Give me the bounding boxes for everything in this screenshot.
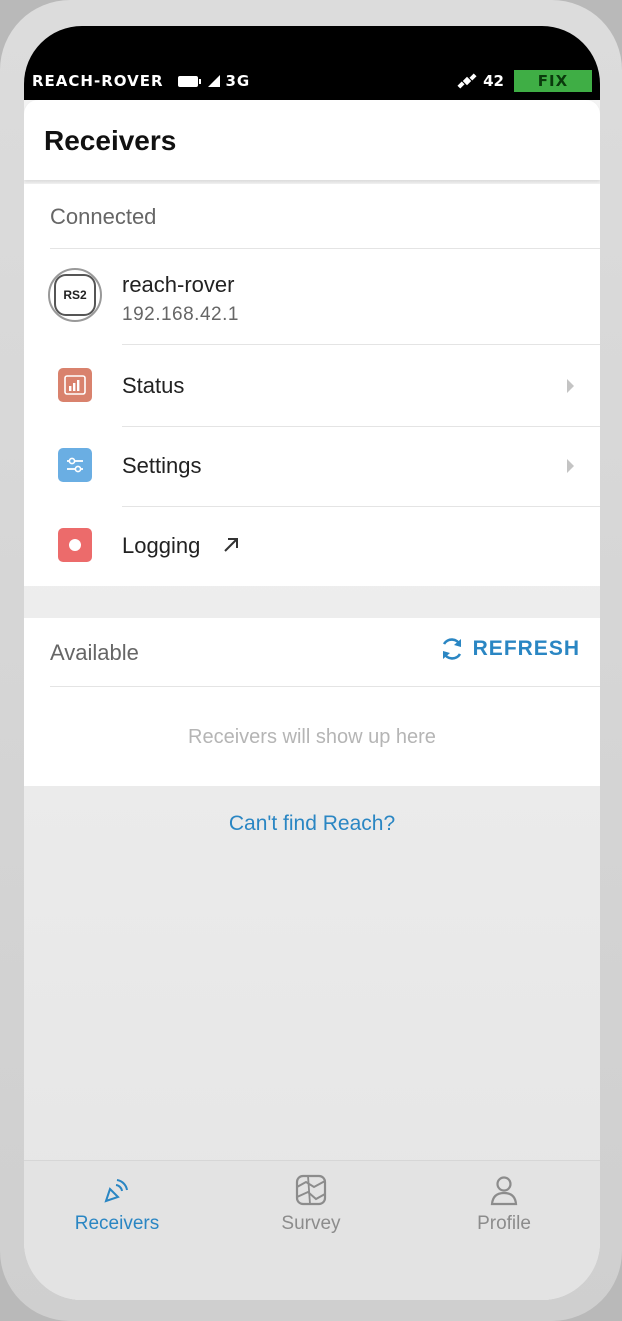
external-link-icon bbox=[224, 538, 238, 552]
bar-chart-icon bbox=[58, 368, 92, 402]
refresh-icon bbox=[442, 638, 461, 660]
connected-device-row[interactable]: RS2 reach-rover 192.168.42.1 bbox=[24, 248, 600, 344]
bottom-nav: Receivers Survey Profile bbox=[24, 1160, 600, 1300]
nav-item-profile[interactable]: Profile bbox=[429, 1173, 579, 1235]
device-model-label: RS2 bbox=[54, 274, 96, 316]
page-title: Receivers bbox=[44, 125, 177, 156]
survey-map-icon bbox=[295, 1174, 327, 1206]
empty-state-text: Receivers will show up here bbox=[188, 726, 436, 748]
battery-icon bbox=[177, 75, 201, 87]
app-header: Receivers bbox=[24, 100, 600, 180]
status-bar: REACH-ROVER 3G 42 FIX bbox=[24, 26, 600, 100]
refresh-button[interactable]: REFRESH bbox=[439, 636, 580, 662]
network-type: 3G bbox=[225, 72, 251, 90]
status-left: REACH-ROVER 3G bbox=[32, 72, 250, 90]
device-name: reach-rover bbox=[122, 272, 235, 297]
phone-frame: REACH-ROVER 3G 42 FIX Receivers Connecte… bbox=[0, 0, 622, 1321]
status-right: 42 FIX bbox=[457, 70, 592, 92]
available-card: Available REFRESH Receivers will show up… bbox=[24, 618, 600, 786]
menu-label-settings: Settings bbox=[122, 453, 202, 478]
device-model-badge: RS2 bbox=[48, 268, 102, 322]
connected-section-label: Connected bbox=[50, 204, 157, 229]
signal-icon bbox=[207, 75, 220, 87]
satellite-count: 42 bbox=[483, 72, 504, 90]
menu-label-status: Status bbox=[122, 373, 185, 398]
screen: REACH-ROVER 3G 42 FIX Receivers Connecte… bbox=[24, 26, 600, 1300]
divider bbox=[122, 344, 600, 345]
chevron-right-icon bbox=[567, 459, 574, 473]
nav-label-receivers: Receivers bbox=[74, 1213, 160, 1234]
nav-label-survey: Survey bbox=[281, 1213, 341, 1234]
menu-item-status[interactable]: Status bbox=[24, 346, 600, 426]
available-section-label: Available bbox=[50, 640, 139, 665]
menu-item-logging[interactable]: Logging bbox=[24, 506, 600, 586]
device-ip: 192.168.42.1 bbox=[122, 304, 239, 325]
app-content: Receivers Connected RS2 reach-rover 192.… bbox=[24, 100, 600, 1300]
user-icon bbox=[490, 1176, 518, 1206]
fix-status-badge: FIX bbox=[514, 70, 592, 92]
nav-item-survey[interactable]: Survey bbox=[236, 1173, 386, 1235]
refresh-label: REFRESH bbox=[472, 637, 580, 660]
menu-item-settings[interactable]: Settings bbox=[24, 426, 600, 506]
divider bbox=[50, 686, 600, 687]
satellite-icon bbox=[457, 73, 477, 89]
sliders-icon bbox=[58, 448, 92, 482]
receiver-antenna-icon bbox=[104, 1179, 128, 1203]
chevron-right-icon bbox=[567, 379, 574, 393]
connected-card: Connected RS2 reach-rover 192.168.42.1 S… bbox=[24, 184, 600, 586]
menu-label-logging: Logging bbox=[122, 533, 201, 558]
nav-item-receivers[interactable]: Receivers bbox=[42, 1173, 192, 1235]
cant-find-reach-link[interactable]: Can't find Reach? bbox=[24, 812, 600, 836]
nav-label-profile: Profile bbox=[477, 1213, 531, 1234]
carrier-name: REACH-ROVER bbox=[32, 72, 164, 90]
record-icon bbox=[58, 528, 92, 562]
